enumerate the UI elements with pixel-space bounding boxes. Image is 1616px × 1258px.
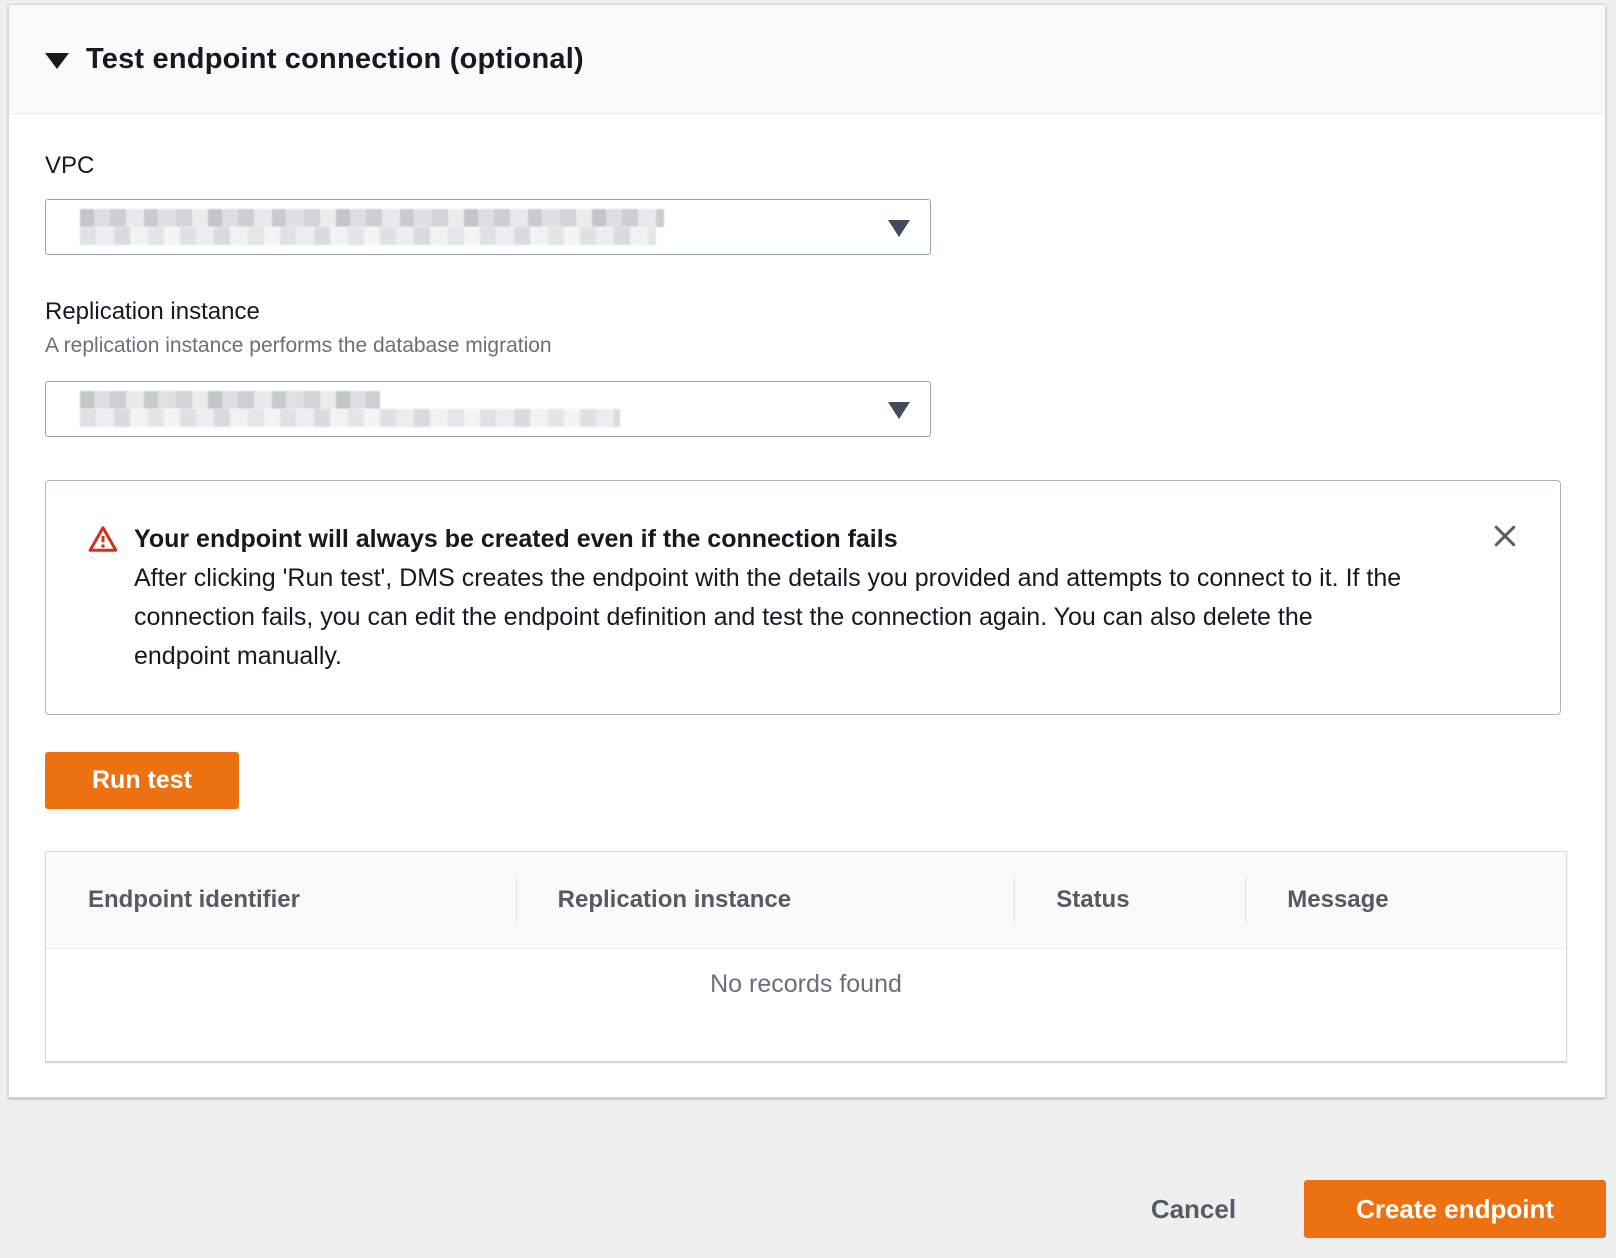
table-header-row: Endpoint identifier Replication instance… <box>46 852 1566 949</box>
close-icon <box>1490 521 1520 551</box>
section-body: VPC Replication instance A replication i… <box>9 114 1605 1062</box>
alert-text: Your endpoint will always be created eve… <box>134 520 1414 676</box>
replication-instance-select[interactable] <box>45 381 931 437</box>
vpc-select[interactable] <box>45 199 931 255</box>
column-header-message: Message <box>1245 852 1566 948</box>
alert-close-button[interactable] <box>1488 519 1522 553</box>
test-results-table: Endpoint identifier Replication instance… <box>45 851 1567 1062</box>
redacted-vpc-value <box>80 209 664 245</box>
create-endpoint-button[interactable]: Create endpoint <box>1304 1180 1606 1238</box>
run-test-button[interactable]: Run test <box>45 752 239 809</box>
section-header[interactable]: Test endpoint connection (optional) <box>9 5 1605 114</box>
section-title: Test endpoint connection (optional) <box>86 43 584 76</box>
select-caret-icon <box>888 402 910 419</box>
vpc-label: VPC <box>45 151 1569 181</box>
alert-title: Your endpoint will always be created eve… <box>134 520 1414 559</box>
footer-actions: Cancel Create endpoint <box>8 1180 1606 1238</box>
warning-alert: Your endpoint will always be created eve… <box>45 480 1561 715</box>
replication-instance-label: Replication instance <box>45 297 1569 327</box>
warning-triangle-icon <box>88 525 118 676</box>
table-body: No records found <box>46 949 1566 1061</box>
column-header-status: Status <box>1014 852 1245 948</box>
select-caret-icon <box>888 220 910 237</box>
page: Test endpoint connection (optional) VPC … <box>0 0 1616 1258</box>
cancel-button[interactable]: Cancel <box>1145 1193 1242 1226</box>
collapse-triangle-icon <box>45 53 69 69</box>
empty-state-text: No records found <box>46 949 1566 999</box>
alert-body: After clicking 'Run test', DMS creates t… <box>134 559 1414 676</box>
replication-instance-description: A replication instance performs the data… <box>45 333 1569 359</box>
redacted-replication-value <box>80 391 620 427</box>
column-header-replication-instance: Replication instance <box>516 852 1015 948</box>
column-header-endpoint-identifier: Endpoint identifier <box>46 852 516 948</box>
test-endpoint-section: Test endpoint connection (optional) VPC … <box>8 4 1606 1098</box>
